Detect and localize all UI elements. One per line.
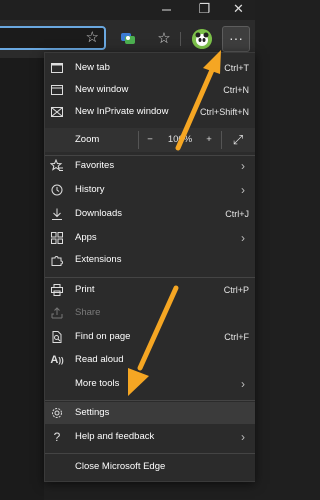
extension-icon[interactable] bbox=[116, 28, 140, 50]
menu-item-new-tab[interactable]: New tab Ctrl+T bbox=[45, 57, 255, 79]
menu-item-new-inprivate-window[interactable]: New InPrivate window Ctrl+Shift+N bbox=[45, 101, 255, 123]
find-icon bbox=[50, 330, 64, 344]
menu-item-favorites[interactable]: Favorites › bbox=[45, 155, 255, 177]
minimize-icon[interactable] bbox=[150, 0, 183, 20]
menu-item-read-aloud[interactable]: A)) Read aloud bbox=[45, 349, 255, 371]
menu-item-history[interactable]: History › bbox=[45, 179, 255, 201]
menu-item-help-and-feedback[interactable]: ? Help and feedback › bbox=[45, 426, 255, 448]
menu-item-downloads[interactable]: Downloads Ctrl+J bbox=[45, 203, 255, 225]
help-icon: ? bbox=[53, 430, 61, 444]
menu-divider bbox=[45, 453, 255, 454]
favorite-star-icon[interactable]: ☆ bbox=[86, 29, 99, 47]
chevron-right-icon: › bbox=[241, 159, 245, 173]
zoom-label: Zoom bbox=[75, 134, 100, 145]
menu-item-share[interactable]: Share bbox=[45, 302, 255, 324]
chevron-right-icon: › bbox=[241, 231, 245, 245]
toolbar-separator bbox=[180, 32, 181, 46]
share-icon bbox=[50, 306, 64, 320]
menu-item-find-on-page[interactable]: Find on page Ctrl+F bbox=[45, 326, 255, 348]
fullscreen-icon[interactable]: ⤢ bbox=[225, 128, 251, 152]
zoom-value: 100% bbox=[167, 134, 193, 145]
settings-menu: New tab Ctrl+T New window Ctrl+N New InP… bbox=[44, 52, 255, 482]
chevron-right-icon: › bbox=[241, 183, 245, 197]
favorites-list-icon[interactable]: ☆ bbox=[152, 28, 176, 50]
apps-icon bbox=[50, 231, 64, 245]
extensions-icon bbox=[50, 253, 64, 267]
restore-button[interactable]: ❐ bbox=[188, 0, 221, 20]
downloads-icon bbox=[50, 207, 64, 221]
chevron-right-icon: › bbox=[241, 430, 245, 444]
read-aloud-icon: A)) bbox=[50, 354, 64, 366]
favorites-icon bbox=[49, 158, 64, 173]
profile-avatar[interactable] bbox=[192, 29, 212, 49]
title-bar: ❐ ✕ bbox=[0, 0, 255, 20]
zoom-row: Zoom − 100% + ⤢ bbox=[45, 128, 255, 152]
zoom-separator bbox=[221, 131, 222, 149]
print-icon bbox=[50, 283, 64, 297]
menu-divider bbox=[45, 400, 255, 401]
menu-divider bbox=[45, 277, 255, 278]
close-window-button[interactable]: ✕ bbox=[222, 0, 255, 20]
new-window-icon bbox=[50, 83, 64, 97]
menu-item-extensions[interactable]: Extensions bbox=[45, 249, 255, 271]
settings-icon bbox=[50, 406, 64, 420]
menu-item-more-tools[interactable]: More tools › bbox=[45, 373, 255, 395]
menu-item-close-edge[interactable]: Close Microsoft Edge bbox=[45, 456, 255, 478]
settings-and-more-button[interactable]: ··· bbox=[222, 26, 250, 52]
zoom-out-button[interactable]: − bbox=[141, 128, 159, 152]
new-tab-icon bbox=[50, 61, 64, 75]
zoom-in-button[interactable]: + bbox=[201, 128, 217, 152]
history-icon bbox=[50, 183, 64, 197]
menu-item-print[interactable]: Print Ctrl+P bbox=[45, 279, 255, 301]
menu-item-apps[interactable]: Apps › bbox=[45, 227, 255, 249]
inprivate-icon bbox=[50, 105, 64, 119]
zoom-separator bbox=[138, 131, 139, 149]
address-bar[interactable]: ☆ bbox=[0, 26, 106, 50]
page-content bbox=[0, 58, 44, 500]
menu-item-new-window[interactable]: New window Ctrl+N bbox=[45, 79, 255, 101]
chevron-right-icon: › bbox=[241, 377, 245, 391]
menu-item-settings[interactable]: Settings bbox=[45, 402, 255, 424]
